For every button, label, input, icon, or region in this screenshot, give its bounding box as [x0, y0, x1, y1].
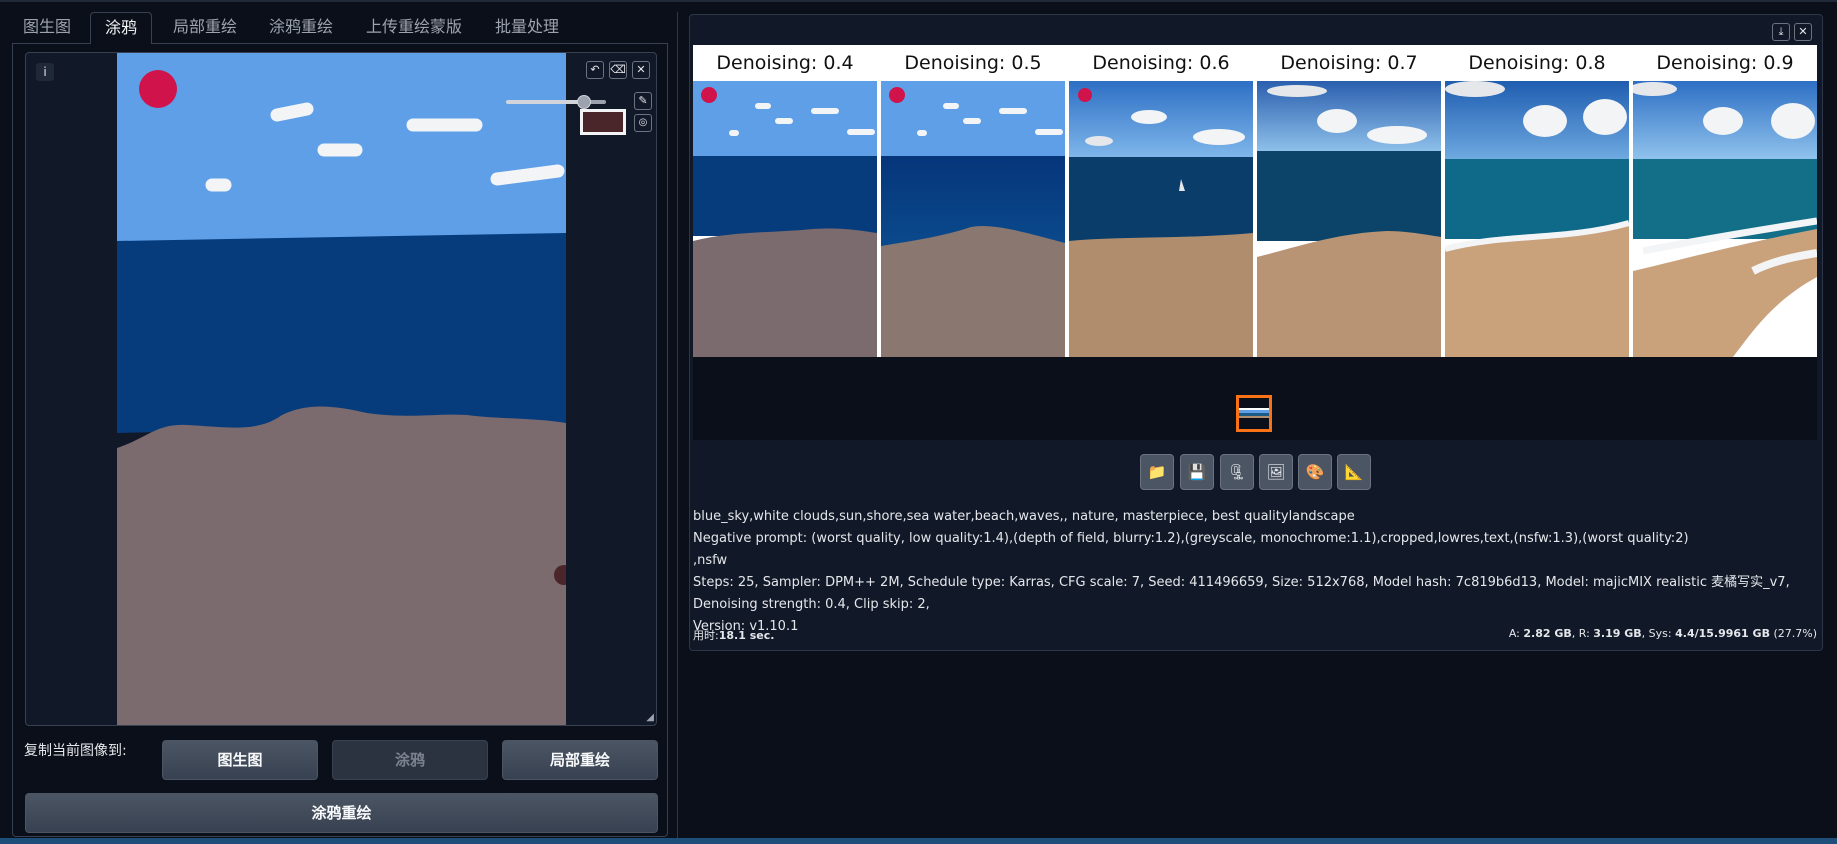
- grid-caption: Denoising: 0.8: [1468, 52, 1606, 74]
- palette-icon[interactable]: ◎: [634, 114, 652, 132]
- bottom-strip: [0, 838, 1837, 844]
- mem-a-label: A:: [1508, 627, 1520, 640]
- mem-sys-label: Sys:: [1648, 627, 1672, 640]
- grid-caption: Denoising: 0.9: [1656, 52, 1794, 74]
- copy-to-sketch-button[interactable]: 涂鸦: [332, 740, 488, 780]
- result-image: [1257, 81, 1441, 357]
- clear-icon[interactable]: ⌫: [609, 61, 627, 79]
- mem-r-value: 3.19 GB: [1593, 627, 1642, 640]
- grid-cell: Denoising: 0.9: [1633, 45, 1817, 357]
- tab-img2img[interactable]: 图生图: [12, 12, 82, 44]
- copy-to-inpaint-button[interactable]: 局部重绘: [502, 740, 658, 780]
- grid-cell: Denoising: 0.7: [1257, 45, 1441, 357]
- brush-size-slider[interactable]: [506, 95, 606, 109]
- brush-size-knob[interactable]: [577, 95, 591, 109]
- panel-divider: [677, 12, 678, 838]
- mem-sys-value: 4.4/15.9961 GB: [1675, 627, 1770, 640]
- sun-shape: [139, 70, 177, 108]
- info-icon[interactable]: i: [36, 63, 54, 81]
- folder-icon[interactable]: 📁: [1140, 454, 1174, 490]
- grid-caption: Denoising: 0.6: [1092, 52, 1230, 74]
- drawing-area[interactable]: [117, 53, 566, 726]
- copy-to-img2img-button[interactable]: 图生图: [162, 740, 318, 780]
- ruler-icon[interactable]: 📐: [1337, 454, 1371, 490]
- mem-percent: (27.7%): [1773, 627, 1817, 640]
- memory-usage: A: 2.82 GB, R: 3.19 GB, Sys: 4.4/15.9961…: [1508, 627, 1817, 640]
- close-icon[interactable]: ✕: [1794, 23, 1812, 41]
- mem-a-value: 2.82 GB: [1523, 627, 1572, 640]
- tab-inpaint-upload[interactable]: 上传重绘蒙版: [352, 12, 476, 44]
- brush-color-swatch[interactable]: [580, 109, 626, 135]
- result-image: [1069, 81, 1253, 357]
- top-strip: [0, 0, 1837, 2]
- result-grid-image[interactable]: Denoising: 0.4 Denoising: 0.5 Denoising:…: [693, 45, 1817, 357]
- sea-region: [117, 233, 566, 433]
- result-image: [881, 81, 1065, 357]
- result-image: [1445, 81, 1629, 357]
- time-label: 用时:: [693, 629, 719, 642]
- gallery-thumbnail[interactable]: [1236, 395, 1272, 432]
- close-icon[interactable]: ✕: [632, 61, 650, 79]
- cloud-stroke: [270, 102, 314, 122]
- grid-cell: Denoising: 0.5: [881, 45, 1065, 357]
- palette-icon[interactable]: 🎨: [1298, 454, 1332, 490]
- grid-caption: Denoising: 0.7: [1280, 52, 1418, 74]
- grid-cell: Denoising: 0.4: [693, 45, 877, 357]
- generate-button[interactable]: 涂鸦重绘: [25, 793, 658, 833]
- grid-caption: Denoising: 0.4: [716, 52, 854, 74]
- resize-handle-icon[interactable]: ◢: [646, 712, 654, 723]
- brush-icon[interactable]: ✎: [634, 92, 652, 110]
- sketch-canvas[interactable]: i ↶ ⌫ ✕ ✎ ◎ ◢: [25, 52, 657, 726]
- settings-text: Steps: 25, Sampler: DPM++ 2M, Schedule t…: [693, 575, 1790, 612]
- tab-inpaint[interactable]: 局部重绘: [160, 12, 250, 44]
- tab-inpaint-sketch[interactable]: 涂鸦重绘: [256, 12, 346, 44]
- undo-icon[interactable]: ↶: [586, 61, 604, 79]
- result-image: [693, 81, 877, 357]
- sand-region: [117, 406, 566, 725]
- grid-cell: Denoising: 0.8: [1445, 45, 1629, 357]
- result-image: [1633, 81, 1817, 357]
- zip-icon[interactable]: 🗜: [1220, 454, 1254, 490]
- brush-size-fill: [506, 100, 584, 104]
- grid-cell: Denoising: 0.6: [1069, 45, 1253, 357]
- negative-prompt-text: Negative prompt: (worst quality, low qua…: [693, 531, 1689, 546]
- image-icon[interactable]: 🖼: [1259, 454, 1293, 490]
- negative-prompt-cont: ,nsfw: [693, 553, 728, 568]
- cloud-stroke: [490, 164, 565, 186]
- thumbnail-image: [1239, 408, 1269, 418]
- download-icon[interactable]: ⤓: [1772, 23, 1790, 41]
- time-taken: 用时:18.1 sec.: [693, 627, 774, 643]
- mem-r-label: R:: [1578, 627, 1590, 640]
- tab-sketch[interactable]: 涂鸦: [90, 12, 152, 44]
- time-value: 18.1 sec.: [718, 629, 775, 642]
- copy-to-label: 复制当前图像到:: [24, 743, 127, 759]
- save-icon[interactable]: 💾: [1180, 454, 1214, 490]
- generation-info: blue_sky,white clouds,sun,shore,sea wate…: [693, 506, 1817, 638]
- grid-caption: Denoising: 0.5: [904, 52, 1042, 74]
- prompt-text: blue_sky,white clouds,sun,shore,sea wate…: [693, 509, 1355, 524]
- tab-batch[interactable]: 批量处理: [482, 12, 572, 44]
- tab-bar: 图生图 涂鸦 局部重绘 涂鸦重绘 上传重绘蒙版 批量处理: [12, 12, 668, 44]
